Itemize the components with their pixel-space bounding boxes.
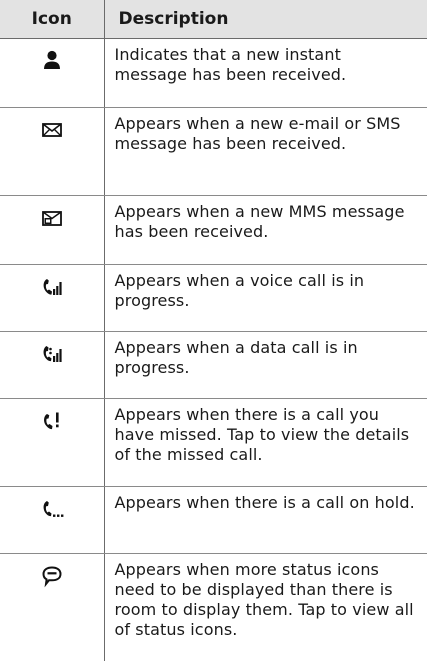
description-cell: Appears when a new MMS message has been …	[103, 195, 427, 265]
table-row: Appears when a data call is in progress.	[0, 331, 427, 399]
table-row: Appears when there is a call you have mi…	[0, 398, 427, 487]
description-column-header: Description	[103, 0, 427, 39]
table-row: Appears when a voice call is in progress…	[0, 264, 427, 332]
more-status-icons-icon	[39, 564, 65, 588]
data-call-icon	[39, 342, 65, 366]
icon-cell	[0, 264, 104, 332]
icon-column-header: Icon	[0, 0, 104, 39]
mms-envelope-icon	[39, 206, 65, 230]
description-cell: Appears when there is a call on hold.	[103, 486, 427, 554]
icon-cell	[0, 107, 104, 196]
icon-cell	[0, 398, 104, 487]
description-cell: Appears when a data call is in progress.	[103, 331, 427, 399]
description-cell: Indicates that a new instant message has…	[103, 38, 427, 108]
table-row: Appears when there is a call on hold.	[0, 486, 427, 554]
icon-cell	[0, 331, 104, 399]
status-icons-table: Icon Description Indicates that a new in…	[0, 0, 427, 661]
description-cell: Appears when a new e-mail or SMS message…	[103, 107, 427, 196]
description-cell: Appears when more status icons need to b…	[103, 553, 427, 661]
envelope-icon	[39, 118, 65, 142]
table-row: Appears when more status icons need to b…	[0, 553, 427, 661]
missed-call-icon	[39, 409, 65, 433]
voice-call-icon	[39, 275, 65, 299]
table-row: Indicates that a new instant message has…	[0, 38, 427, 108]
icon-cell	[0, 486, 104, 554]
table-row: Appears when a new MMS message has been …	[0, 195, 427, 265]
icon-cell	[0, 38, 104, 108]
icon-cell	[0, 554, 104, 661]
icon-cell	[0, 195, 104, 265]
person-icon	[39, 49, 65, 73]
description-cell: Appears when there is a call you have mi…	[103, 398, 427, 487]
description-cell: Appears when a voice call is in progress…	[103, 264, 427, 332]
table-row: Appears when a new e-mail or SMS message…	[0, 107, 427, 196]
call-on-hold-icon	[39, 497, 65, 521]
table-header-row: Icon Description	[0, 0, 427, 39]
